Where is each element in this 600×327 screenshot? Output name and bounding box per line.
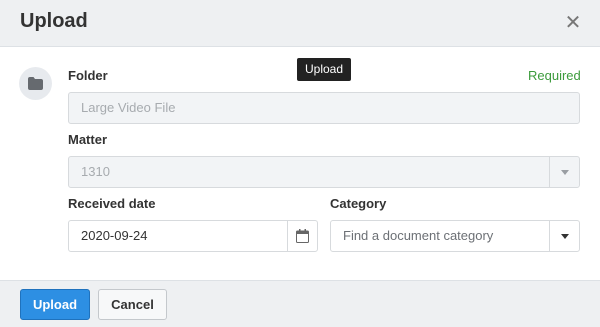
dialog-footer: Upload Cancel	[0, 280, 600, 327]
received-date-value: 2020-09-24	[81, 228, 148, 243]
chevron-down-icon	[549, 157, 579, 187]
category-placeholder: Find a document category	[343, 228, 494, 243]
folder-field: Large Video File	[68, 92, 580, 124]
matter-select: 1310	[68, 156, 580, 188]
received-date-input[interactable]: 2020-09-24	[68, 220, 318, 252]
dialog-title: Upload	[20, 10, 88, 32]
upload-button[interactable]: Upload	[20, 289, 90, 320]
category-label: Category	[330, 196, 387, 211]
matter-label: Matter	[68, 132, 108, 147]
folder-value: Large Video File	[81, 100, 176, 115]
upload-dialog: Upload ✕ Folder Required Large Video Fil…	[0, 0, 600, 327]
folder-icon	[19, 67, 52, 100]
folder-label: Folder	[68, 68, 108, 83]
cancel-button[interactable]: Cancel	[98, 289, 167, 320]
matter-value: 1310	[81, 164, 110, 179]
close-icon[interactable]: ✕	[564, 13, 582, 33]
dialog-header: Upload ✕	[0, 0, 600, 47]
category-select[interactable]: Find a document category	[330, 220, 580, 252]
chevron-down-icon[interactable]	[549, 221, 579, 251]
upload-tooltip: Upload	[297, 58, 351, 81]
received-date-label: Received date	[68, 196, 156, 211]
required-indicator: Required	[528, 68, 581, 83]
calendar-icon[interactable]	[287, 221, 317, 251]
